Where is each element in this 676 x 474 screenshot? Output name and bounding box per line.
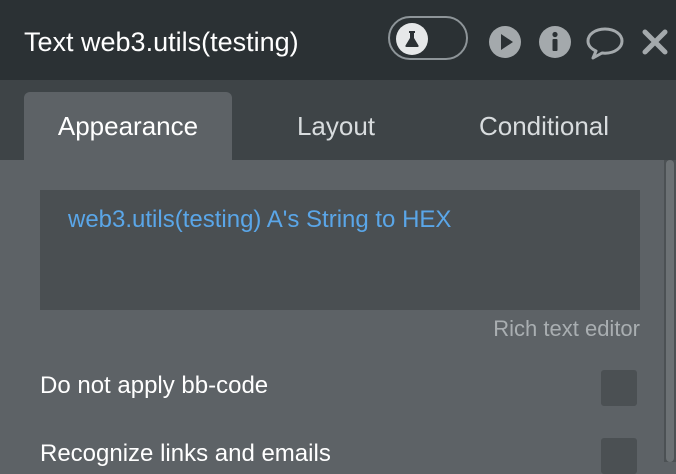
info-icon[interactable]	[538, 25, 572, 59]
option-label-recognize-links: Recognize links and emails	[40, 440, 331, 467]
rich-text-editor-link[interactable]: Rich text editor	[493, 314, 640, 344]
bb-code-checkbox[interactable]	[601, 370, 637, 406]
toggle-knob	[396, 23, 428, 55]
tab-layout[interactable]: Layout	[236, 92, 436, 160]
close-icon[interactable]	[641, 28, 669, 56]
option-label-bb-code: Do not apply bb-code	[40, 372, 269, 399]
tab-conditional[interactable]: Conditional	[440, 92, 648, 160]
scrollbar-thumb[interactable]	[666, 160, 674, 462]
test-mode-toggle[interactable]	[388, 16, 468, 60]
recognize-links-checkbox[interactable]	[601, 438, 637, 474]
property-editor-header: Text web3.utils(testing)	[0, 0, 676, 80]
text-content-editor[interactable]: web3.utils(testing) A's String to HEX	[40, 190, 640, 310]
tab-bar: Appearance Layout Conditional	[0, 80, 676, 160]
tab-appearance[interactable]: Appearance	[24, 92, 232, 160]
dynamic-expression[interactable]: web3.utils(testing) A's String to HEX	[68, 204, 612, 236]
element-title: Text web3.utils(testing)	[24, 27, 299, 57]
play-icon[interactable]	[488, 25, 522, 59]
flask-icon	[405, 31, 419, 47]
comment-icon[interactable]	[585, 25, 625, 61]
